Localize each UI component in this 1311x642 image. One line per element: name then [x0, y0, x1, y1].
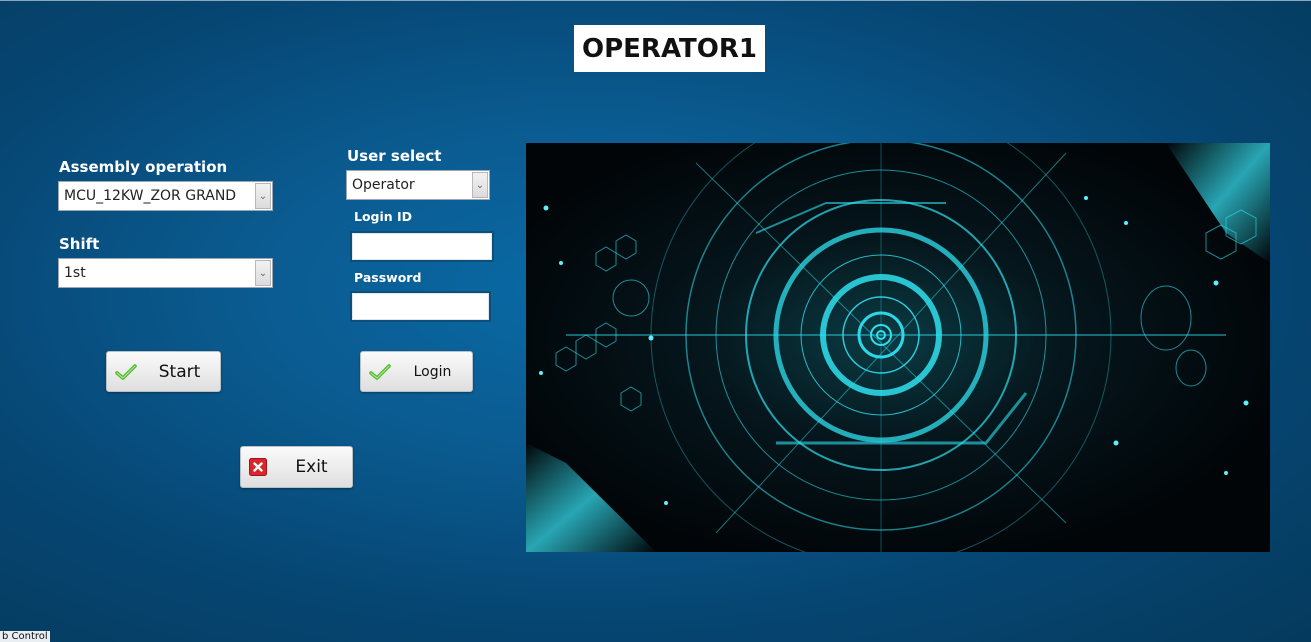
- start-button[interactable]: Start: [106, 351, 221, 392]
- shift-value: 1st: [64, 265, 86, 281]
- assembly-operation-select[interactable]: MCU_12KW_ZOR GRAND ⌄: [58, 181, 273, 211]
- exit-button[interactable]: Exit: [240, 446, 353, 488]
- shift-label: Shift: [59, 235, 100, 253]
- chevron-down-icon[interactable]: ⌄: [472, 172, 488, 198]
- login-id-input[interactable]: [350, 231, 494, 262]
- page-title: OPERATOR1: [574, 25, 765, 72]
- assembly-operation-value: MCU_12KW_ZOR GRAND: [64, 188, 237, 204]
- exit-label: Exit: [295, 457, 328, 477]
- status-bar-text: b Control: [0, 631, 50, 642]
- chevron-down-icon[interactable]: ⌄: [255, 183, 271, 209]
- user-select-label: User select: [347, 147, 442, 165]
- login-id-label: Login ID: [354, 209, 413, 224]
- login-button[interactable]: Login: [360, 351, 473, 392]
- start-label: Start: [158, 361, 201, 382]
- user-select[interactable]: Operator ⌄: [346, 170, 490, 200]
- user-select-value: Operator: [352, 177, 415, 193]
- hud-graphic: [526, 143, 1270, 552]
- shift-select[interactable]: 1st ⌄: [58, 258, 273, 288]
- login-label: Login: [413, 363, 452, 380]
- password-input[interactable]: [350, 291, 491, 322]
- futuristic-hud-image: [526, 143, 1270, 552]
- assembly-operation-label: Assembly operation: [59, 158, 228, 176]
- password-label: Password: [354, 270, 422, 285]
- chevron-down-icon[interactable]: ⌄: [255, 260, 271, 286]
- window-top-border: [0, 0, 1311, 1]
